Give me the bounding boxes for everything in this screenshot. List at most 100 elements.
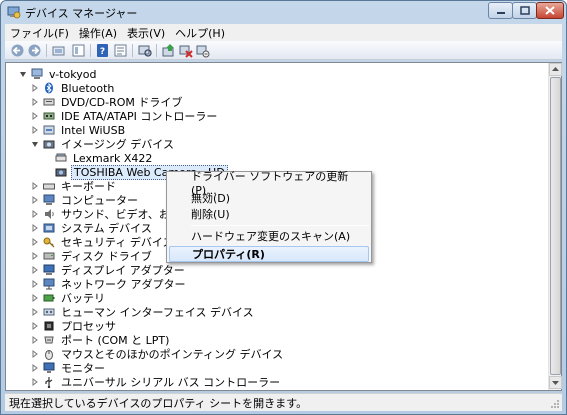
collapse-arrow-icon[interactable]	[18, 69, 28, 79]
menu-properties[interactable]: プロパティ(R)	[169, 246, 369, 262]
minimize-icon	[496, 11, 505, 14]
camera-icon	[43, 140, 55, 149]
context-menu: ドライバー ソフトウェアの更新(P)... 無効(D) 削除(U) ハードウェア…	[166, 170, 372, 263]
hid-icon	[43, 308, 55, 316]
tree-node-label: Lexmark X422	[73, 151, 153, 165]
usb-controller-icon	[45, 377, 53, 388]
expand-arrow-icon[interactable]	[30, 209, 40, 219]
resize-grip-icon[interactable]	[550, 399, 560, 409]
tree-node-usb[interactable]: ユニバーサル シリアル バス コントローラー	[30, 375, 282, 389]
menu-scan-hardware[interactable]: ハードウェア変更のスキャン(A)	[169, 228, 369, 244]
computer-root-icon	[31, 68, 43, 79]
expand-arrow-icon[interactable]	[30, 111, 40, 121]
monitor-icon	[43, 362, 55, 373]
expand-arrow-icon[interactable]	[30, 307, 40, 317]
toolbar-separator	[156, 44, 157, 57]
tree-node-label: Bluetooth	[61, 81, 115, 95]
tree-node-display[interactable]: ディスプレイ アダプター	[30, 263, 187, 277]
properties-icon[interactable]	[113, 43, 128, 58]
expand-arrow-icon[interactable]	[30, 377, 40, 387]
expand-arrow-icon[interactable]	[30, 237, 40, 247]
computer-icon	[43, 194, 55, 205]
menu-action[interactable]: 操作(A)	[74, 25, 122, 41]
svg-text:?: ?	[100, 47, 105, 57]
tree-node-imaging[interactable]: イメージング デバイス	[30, 137, 176, 151]
close-button[interactable]	[536, 2, 564, 19]
expand-arrow-icon[interactable]	[30, 349, 40, 359]
tree-node-label: イメージング デバイス	[61, 138, 174, 151]
menu-view[interactable]: 表示(V)	[122, 25, 170, 41]
scan-icon[interactable]	[137, 43, 152, 58]
scroll-up-button[interactable]	[549, 63, 562, 76]
tree-child-lexmark[interactable]: Lexmark X422	[52, 151, 154, 165]
collapse-arrow-icon[interactable]	[30, 139, 40, 149]
expand-arrow-icon[interactable]	[30, 195, 40, 205]
tree-node-dvd[interactable]: DVD/CD-ROM ドライブ	[30, 95, 184, 109]
expand-arrow-icon[interactable]	[30, 251, 40, 261]
tree-node-intel-wiusb[interactable]: Intel WiUSB	[30, 123, 127, 137]
menu-uninstall[interactable]: 削除(U)	[169, 206, 369, 222]
expand-arrow-icon[interactable]	[30, 335, 40, 345]
bluetooth-icon	[45, 82, 53, 94]
tree-node-ide[interactable]: IDE ATA/ATAPI コントローラー	[30, 109, 219, 123]
expand-arrow-icon[interactable]	[30, 83, 40, 93]
dvd-drive-icon	[43, 98, 55, 106]
tree-node-monitor[interactable]: モニター	[30, 361, 107, 375]
mouse-icon	[45, 350, 53, 360]
tree-node-label: ユニバーサル シリアル バス コントローラー	[61, 376, 281, 389]
tree-node-processor[interactable]: プロセッサ	[30, 319, 118, 333]
title-bar[interactable]: デバイス マネージャー	[1, 1, 566, 23]
tree-node-computer[interactable]: コンピューター	[30, 193, 140, 207]
expand-arrow-icon[interactable]	[30, 279, 40, 289]
tree-root-label: v-tokyod	[49, 67, 97, 81]
security-device-icon	[43, 237, 55, 248]
forward-icon[interactable]	[27, 43, 42, 58]
tree-node-keyboard[interactable]: キーボード	[30, 179, 118, 193]
menu-help[interactable]: ヘルプ(H)	[170, 25, 230, 41]
expand-arrow-icon[interactable]	[30, 125, 40, 135]
tree-node-battery[interactable]: バッテリ	[30, 291, 107, 305]
expand-arrow-icon[interactable]	[30, 363, 40, 373]
minimize-button[interactable]	[488, 2, 513, 19]
menu-disable[interactable]: 無効(D)	[169, 190, 369, 206]
network-adapter-icon	[43, 278, 55, 290]
expand-arrow-icon[interactable]	[30, 321, 40, 331]
menu-update-driver[interactable]: ドライバー ソフトウェアの更新(P)...	[169, 170, 369, 197]
scroll-down-button[interactable]	[549, 376, 562, 389]
show-hide-tree-icon[interactable]	[71, 43, 86, 58]
vertical-scrollbar[interactable]	[548, 63, 562, 390]
uninstall-device-icon[interactable]	[195, 43, 210, 58]
ide-controller-icon	[43, 112, 55, 120]
tree-node-security[interactable]: セキュリティ デバイス	[30, 235, 176, 249]
update-driver-icon[interactable]	[161, 43, 176, 58]
scroll-thumb[interactable]	[550, 77, 561, 375]
scroll-up-arrow-icon	[552, 67, 559, 71]
disable-device-icon[interactable]	[178, 43, 193, 58]
expand-arrow-icon[interactable]	[30, 265, 40, 275]
maximize-button[interactable]	[512, 2, 537, 19]
toolbar-separator	[46, 44, 47, 57]
menu-file[interactable]: ファイル(F)	[5, 25, 74, 41]
status-bar: 現在選択しているデバイスのプロパティ シートを開きます。	[5, 393, 562, 411]
tree-node-system[interactable]: システム デバイス	[30, 221, 154, 235]
expand-arrow-icon[interactable]	[30, 293, 40, 303]
help-icon[interactable]: ?	[95, 43, 110, 58]
webcam-icon	[55, 168, 67, 177]
expand-arrow-icon[interactable]	[30, 97, 40, 107]
tree-node-hid[interactable]: ヒューマン インターフェイス デバイス	[30, 305, 256, 319]
toolbar-separator	[132, 44, 133, 57]
back-icon[interactable]	[10, 43, 25, 58]
expand-arrow-icon[interactable]	[30, 181, 40, 191]
tree-node-network[interactable]: ネットワーク アダプター	[30, 277, 188, 291]
tree-root[interactable]: v-tokyod	[18, 67, 98, 81]
tree-node-ports[interactable]: ポート (COM と LPT)	[30, 333, 171, 347]
scroll-down-arrow-icon	[552, 381, 559, 385]
keyboard-icon	[43, 183, 55, 190]
expand-arrow-icon[interactable]	[30, 223, 40, 233]
up-folder-icon[interactable]	[51, 43, 66, 58]
battery-icon	[43, 294, 55, 302]
menu-bar: ファイル(F) 操作(A) 表示(V) ヘルプ(H)	[5, 24, 562, 41]
tree-node-mouse[interactable]: マウスとそのほかのポインティング デバイス	[30, 347, 285, 361]
tree-node-bluetooth[interactable]: Bluetooth	[30, 81, 116, 95]
tree-node-disk[interactable]: ディスク ドライブ	[30, 249, 154, 263]
